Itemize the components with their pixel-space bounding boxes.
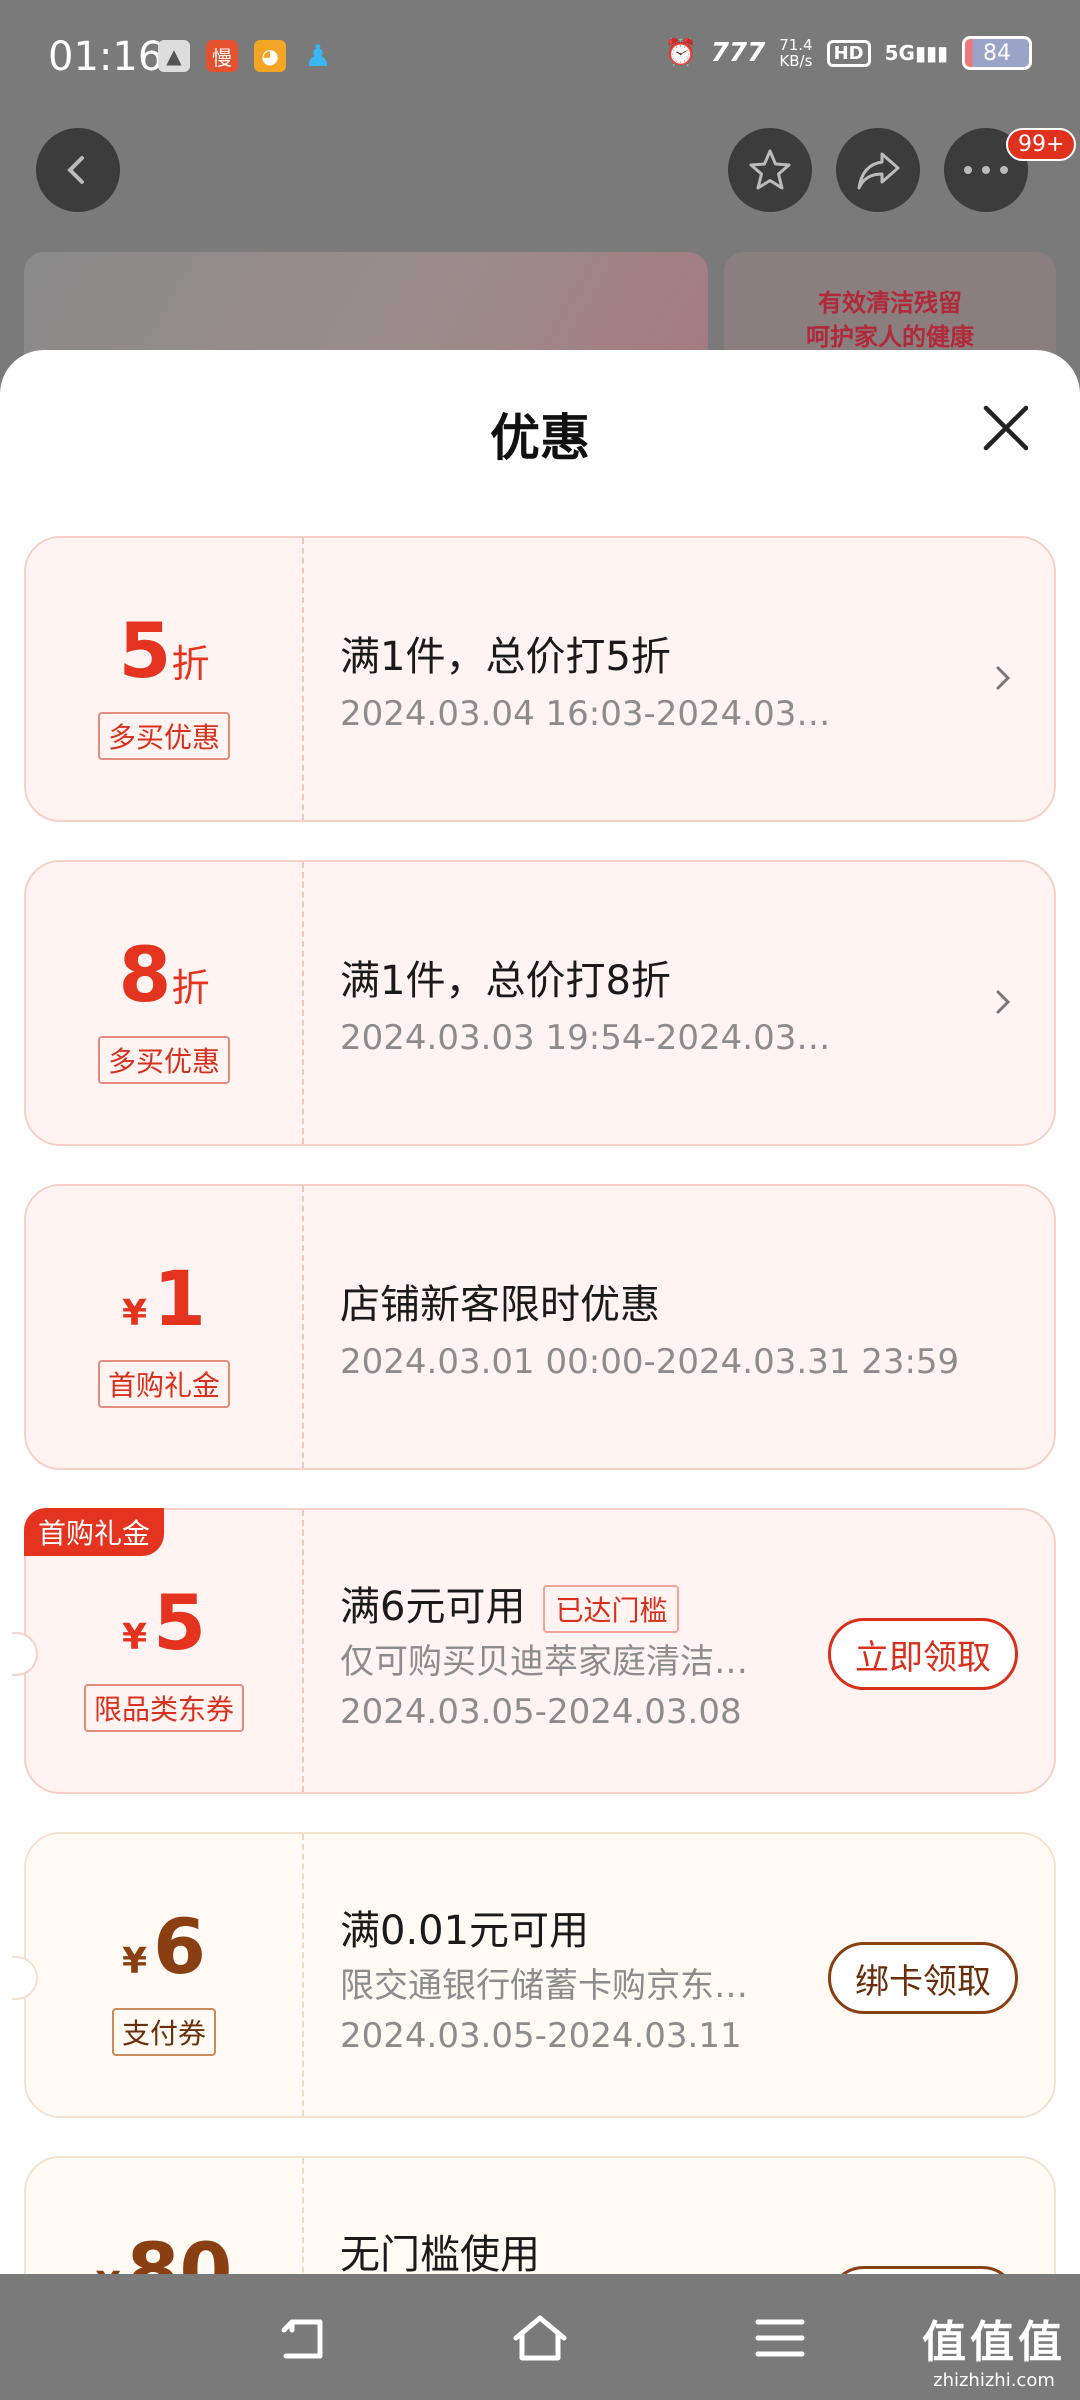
coupon-card[interactable]: 5折 多买优惠 满1件，总价打5折 2024.03.04 16:03-2024.… xyxy=(24,536,1056,822)
bind-card-claim-button[interactable]: 绑卡领取 xyxy=(828,1942,1018,2014)
back-arrow-icon xyxy=(67,156,84,184)
claim-button[interactable] xyxy=(828,2266,1018,2274)
claim-now-button[interactable]: 立即领取 xyxy=(828,1618,1018,1690)
hd-icon: HD xyxy=(826,39,871,67)
coupon-card[interactable]: 8折 多买优惠 满1件，总价打8折 2024.03.03 19:54-2024.… xyxy=(24,860,1056,1146)
coupon-divider xyxy=(302,1510,304,1792)
sheet-title: 优惠 xyxy=(490,409,590,467)
signal-bars-icon: 777 xyxy=(710,38,766,68)
coupon-validity: 2024.03.04 16:03-2024.03.3… xyxy=(340,694,840,734)
coupon-title: 无门槛使用 xyxy=(340,2232,540,2274)
chevron-right-icon[interactable] xyxy=(988,658,1018,698)
app-icon-animal: ◕ xyxy=(254,40,286,72)
favorite-button[interactable] xyxy=(728,128,812,212)
notification-icons: ▲ 慢 ◕ ♟ xyxy=(158,38,334,74)
coupon-tag: 首购礼金 xyxy=(97,1360,231,1408)
product-image-secondary[interactable]: 有效清洁残留 呵护家人的健康 xyxy=(724,252,1056,362)
back-nav-icon[interactable] xyxy=(272,2310,332,2366)
network-speed: 71.4 KB/s xyxy=(779,36,813,70)
cellular-icon: 5G▮▮▮ xyxy=(884,41,948,65)
coupon-title: 满1件，总价打8折 xyxy=(340,958,671,1004)
message-count-badge: 99+ xyxy=(1006,128,1077,161)
coupon-card[interactable]: ¥1 首购礼金 店铺新客限时优惠 2024.03.01 00:00-2024.0… xyxy=(24,1184,1056,1470)
coupon-sheet: 优惠 5折 多买优惠 满1件，总价打5折 2024.03.04 16:03-20… xyxy=(0,350,1080,2274)
coupon-validity: 2024.03.03 19:54-2024.03.3… xyxy=(340,1018,840,1058)
app-icon-red: 慢 xyxy=(206,40,238,72)
coupon-scope: 限交通银行储蓄卡购京东… xyxy=(340,1966,748,2006)
back-button[interactable] xyxy=(36,128,120,212)
coupon-title: 满0.01元可用 xyxy=(340,1908,590,1954)
coupon-validity: 2024.03.01 00:00-2024.03.31 23:59 xyxy=(340,1342,960,1382)
coupon-tag: 限品类东券 xyxy=(83,1684,245,1732)
coupon-divider xyxy=(302,862,304,1144)
share-button[interactable] xyxy=(836,128,920,212)
system-nav-bar xyxy=(0,2274,1080,2400)
coupon-scope: 仅可购买贝迪萃家庭清洁… xyxy=(340,1642,748,1682)
status-indicators: ⏰ 777 71.4 KB/s HD 5G▮▮▮ 84 xyxy=(665,36,1032,70)
status-bar: 01:16 ▲ 慢 ◕ ♟ ⏰ 777 71.4 KB/s HD 5G▮▮▮ 8… xyxy=(0,0,1080,120)
battery-icon: 84 xyxy=(962,36,1032,70)
coupon-tag: 多买优惠 xyxy=(97,1036,231,1084)
coupon-title: 满6元可用 已达门槛 xyxy=(340,1574,680,1633)
gallery-icon: ▲ xyxy=(158,40,190,72)
coupon-tag: 多买优惠 xyxy=(97,712,231,760)
coupon-divider xyxy=(302,2158,304,2274)
coupon-card[interactable]: ¥6 支付券 满0.01元可用 限交通银行储蓄卡购京东… 2024.03.05-… xyxy=(12,1832,1056,2118)
coupon-title: 满1件，总价打5折 xyxy=(340,634,671,680)
threshold-reached-badge: 已达门槛 xyxy=(543,1585,680,1633)
coupon-validity: 2024.03.05-2024.03.08 xyxy=(340,1692,742,1732)
close-icon[interactable] xyxy=(976,398,1036,458)
share-icon xyxy=(857,152,900,190)
site-watermark: 值值值 zhizhizhi.com xyxy=(922,2317,1066,2391)
coupon-card[interactable]: ¥80 无门槛使用 xyxy=(24,2156,1056,2274)
coupon-title: 店铺新客限时优惠 xyxy=(340,1282,660,1328)
product-image[interactable] xyxy=(24,252,708,362)
more-dots-icon xyxy=(964,166,1008,174)
coupon-tag: 支付券 xyxy=(111,2008,217,2056)
qq-icon: ♟ xyxy=(304,38,332,74)
home-nav-icon[interactable] xyxy=(510,2310,570,2366)
coupon-divider xyxy=(302,1834,304,2116)
chevron-right-icon[interactable] xyxy=(988,982,1018,1022)
coupon-amount: ¥80 xyxy=(96,2226,233,2274)
star-icon xyxy=(749,149,791,190)
coupon-validity: 2024.03.05-2024.03.11 xyxy=(340,2016,742,2056)
coupon-divider xyxy=(302,538,304,820)
menu-nav-icon[interactable] xyxy=(750,2310,810,2366)
status-time: 01:16 xyxy=(48,34,164,80)
coupon-divider xyxy=(302,1186,304,1468)
coupon-card[interactable]: 首购礼金 ¥5 限品类东券 满6元可用 已达门槛 仅可购买贝迪萃家庭清洁… 202… xyxy=(12,1508,1056,1794)
alarm-icon: ⏰ xyxy=(664,38,697,68)
